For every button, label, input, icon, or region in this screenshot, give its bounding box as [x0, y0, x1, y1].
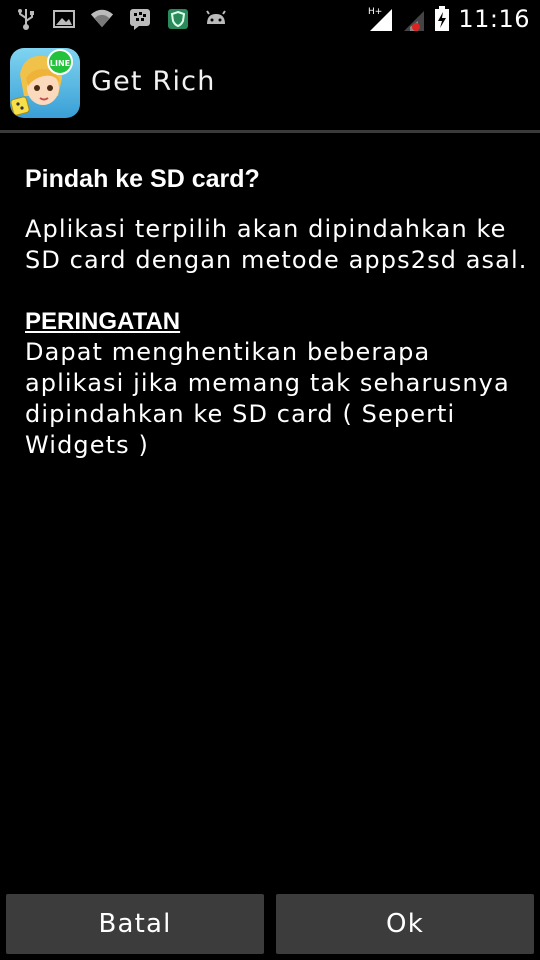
- warning-title: PERINGATAN: [25, 308, 181, 335]
- dialog-button-bar: Batal Ok: [0, 890, 540, 960]
- ok-button[interactable]: Ok: [276, 894, 534, 954]
- svg-text:H+: H+: [368, 7, 382, 17]
- signal-hplus-icon: H+: [368, 5, 394, 33]
- system-status: H+ 11:16: [368, 4, 530, 34]
- app-title: Get Rich: [91, 66, 216, 97]
- warning-body: Dapat menghentikan beberapa aplikasi jik…: [25, 338, 510, 459]
- app-icon: LINE: [10, 48, 80, 118]
- shield-app-icon: [166, 7, 190, 31]
- notification-icons: [14, 6, 228, 32]
- header-divider: [0, 130, 540, 133]
- svg-text:LINE: LINE: [50, 59, 70, 68]
- android-icon: [204, 7, 228, 31]
- dialog-content: Pindah ke SD card? Aplikasi terpilih aka…: [25, 162, 530, 461]
- dialog-question: Pindah ke SD card?: [25, 165, 260, 193]
- usb-icon: [14, 7, 38, 31]
- status-bar: H+ 11:16: [0, 0, 540, 38]
- battery-charging-icon: [434, 6, 450, 32]
- bbm-icon: [128, 7, 152, 31]
- wifi-icon: [90, 7, 114, 31]
- clock: 11:16: [458, 5, 530, 33]
- signal-secondary-icon: [402, 5, 426, 33]
- dialog-message: Aplikasi terpilih akan dipindahkan ke SD…: [25, 215, 528, 274]
- cancel-button[interactable]: Batal: [6, 894, 264, 954]
- screen: H+ 11:16 LINE Get Rich Pindah ke SD card…: [0, 0, 540, 960]
- dialog-header: LINE Get Rich: [0, 38, 540, 130]
- image-icon: [52, 7, 76, 31]
